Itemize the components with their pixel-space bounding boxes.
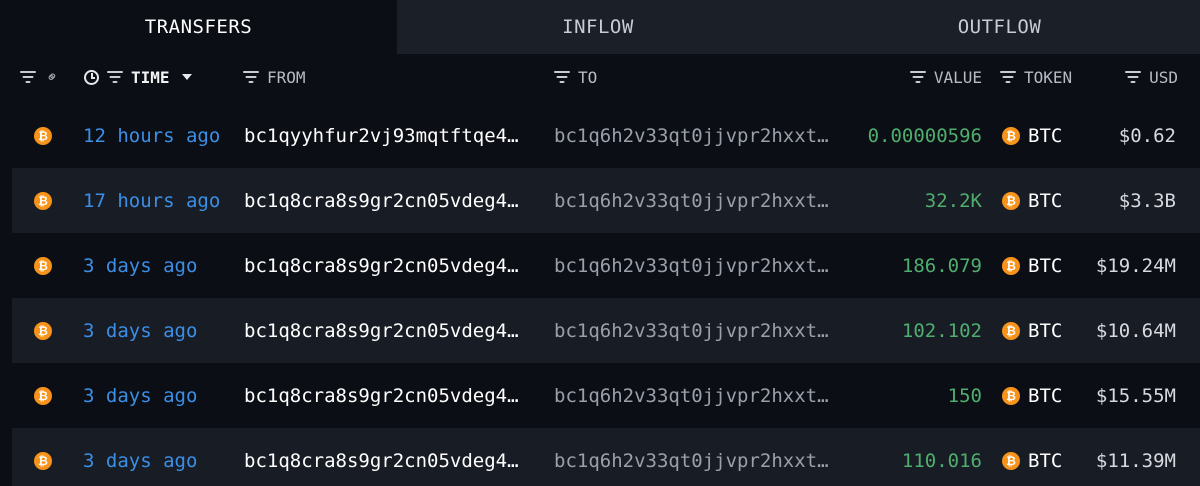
- value-header[interactable]: VALUE: [880, 54, 982, 100]
- token-label: BTC: [1028, 384, 1063, 407]
- from-address[interactable]: bc1q8cra8s9gr2cn05vdeg4…: [244, 168, 519, 233]
- transfers-table-body: ₿ 12 hours ago bc1qyyhfur2vj93mqtftqe4… …: [12, 103, 1200, 486]
- usd-header-label: USD: [1149, 67, 1178, 87]
- table-row[interactable]: ₿ 3 days ago bc1q8cra8s9gr2cn05vdeg4… bc…: [12, 233, 1200, 298]
- tab-outflow[interactable]: OUTFLOW: [799, 0, 1200, 54]
- token-filter-cell: ⚭: [20, 54, 63, 100]
- usd-cell: $0.62: [1118, 124, 1176, 147]
- token-cell[interactable]: ₿ BTC: [1002, 363, 1062, 428]
- table-row[interactable]: ₿ 12 hours ago bc1qyyhfur2vj93mqtftqe4… …: [12, 103, 1200, 168]
- time-cell[interactable]: 17 hours ago: [83, 168, 220, 233]
- time-header[interactable]: TIME: [84, 54, 192, 100]
- token-label: BTC: [1028, 319, 1063, 342]
- to-address[interactable]: bc1q6h2v33qt0jjvpr2hxxt…: [554, 168, 829, 233]
- token-filter-icon[interactable]: [1000, 71, 1016, 83]
- usd-cell: $3.3B: [1118, 189, 1176, 212]
- bitcoin-icon: ₿: [1002, 126, 1020, 145]
- table-row[interactable]: ₿ 17 hours ago bc1q8cra8s9gr2cn05vdeg4… …: [12, 168, 1200, 233]
- time-cell[interactable]: 3 days ago: [83, 298, 197, 363]
- token-label: BTC: [1028, 124, 1063, 147]
- to-address[interactable]: bc1q6h2v33qt0jjvpr2hxxt…: [554, 233, 829, 298]
- bitcoin-icon: ₿: [1002, 386, 1020, 405]
- to-filter-icon[interactable]: [554, 71, 570, 83]
- token-cell[interactable]: ₿ BTC: [1002, 103, 1062, 168]
- usd-cell: $10.64M: [1095, 319, 1176, 342]
- bitcoin-icon: ₿: [1002, 256, 1020, 275]
- usd-cell: $15.55M: [1095, 384, 1176, 407]
- from-header-label: FROM: [267, 67, 306, 87]
- bitcoin-icon: ₿: [1002, 321, 1020, 340]
- token-cell[interactable]: ₿ BTC: [1002, 298, 1062, 363]
- table-row[interactable]: ₿ 3 days ago bc1q8cra8s9gr2cn05vdeg4… bc…: [12, 428, 1200, 486]
- time-cell[interactable]: 3 days ago: [83, 233, 197, 298]
- value-filter-icon[interactable]: [909, 71, 926, 83]
- time-header-label: TIME: [131, 67, 170, 87]
- token-cell[interactable]: ₿ BTC: [1002, 428, 1062, 486]
- time-filter-icon[interactable]: [107, 71, 123, 83]
- link-icon[interactable]: ⚭: [41, 66, 63, 88]
- bitcoin-icon: ₿: [34, 126, 52, 145]
- token-header-label: TOKEN: [1024, 67, 1073, 87]
- to-header-label: TO: [578, 67, 598, 87]
- to-address[interactable]: bc1q6h2v33qt0jjvpr2hxxt…: [554, 103, 829, 168]
- time-cell[interactable]: 3 days ago: [83, 363, 197, 428]
- token-label: BTC: [1028, 189, 1063, 212]
- from-address[interactable]: bc1qyyhfur2vj93mqtftqe4…: [244, 103, 519, 168]
- caret-down-icon[interactable]: [181, 74, 192, 80]
- value-cell: 32.2K: [924, 189, 982, 212]
- to-address[interactable]: bc1q6h2v33qt0jjvpr2hxxt…: [554, 363, 829, 428]
- token-label: BTC: [1028, 449, 1063, 472]
- to-address[interactable]: bc1q6h2v33qt0jjvpr2hxxt…: [554, 298, 829, 363]
- table-row[interactable]: ₿ 3 days ago bc1q8cra8s9gr2cn05vdeg4… bc…: [12, 298, 1200, 363]
- time-cell[interactable]: 12 hours ago: [83, 103, 220, 168]
- usd-filter-icon[interactable]: [1125, 71, 1142, 83]
- value-cell: 186.079: [901, 254, 982, 277]
- token-cell[interactable]: ₿ BTC: [1002, 168, 1062, 233]
- usd-cell: $11.39M: [1095, 449, 1176, 472]
- bitcoin-icon: ₿: [1002, 451, 1020, 470]
- from-address[interactable]: bc1q8cra8s9gr2cn05vdeg4…: [244, 233, 519, 298]
- bitcoin-icon: ₿: [34, 451, 52, 470]
- from-filter-icon[interactable]: [243, 71, 259, 83]
- bitcoin-icon: ₿: [1002, 191, 1020, 210]
- bitcoin-icon: ₿: [34, 386, 52, 405]
- value-cell: 150: [947, 384, 982, 407]
- from-address[interactable]: bc1q8cra8s9gr2cn05vdeg4…: [244, 298, 519, 363]
- from-header[interactable]: FROM: [243, 54, 306, 100]
- value-cell: 102.102: [901, 319, 982, 342]
- token-cell[interactable]: ₿ BTC: [1002, 233, 1062, 298]
- value-header-label: VALUE: [933, 67, 982, 87]
- bitcoin-icon: ₿: [34, 256, 52, 275]
- value-cell: 0.00000596: [867, 124, 982, 147]
- tab-transfers[interactable]: TRANSFERS: [0, 0, 397, 54]
- clock-icon[interactable]: [84, 69, 99, 85]
- table-row[interactable]: ₿ 3 days ago bc1q8cra8s9gr2cn05vdeg4… bc…: [12, 363, 1200, 428]
- to-header[interactable]: TO: [554, 54, 597, 100]
- usd-header[interactable]: USD: [1100, 54, 1178, 100]
- tab-inflow[interactable]: INFLOW: [397, 0, 799, 54]
- from-address[interactable]: bc1q8cra8s9gr2cn05vdeg4…: [244, 363, 519, 428]
- to-address[interactable]: bc1q6h2v33qt0jjvpr2hxxt…: [554, 428, 829, 486]
- time-cell[interactable]: 3 days ago: [83, 428, 197, 486]
- filter-icon[interactable]: [20, 71, 36, 83]
- bitcoin-icon: ₿: [34, 191, 52, 210]
- bitcoin-icon: ₿: [34, 321, 52, 340]
- token-header[interactable]: TOKEN: [1000, 54, 1072, 100]
- tab-bar: TRANSFERS INFLOW OUTFLOW: [0, 0, 1200, 54]
- from-address[interactable]: bc1q8cra8s9gr2cn05vdeg4…: [244, 428, 519, 486]
- table-header: ⚭ TIME FROM TO VALUE TOKEN USD: [0, 54, 1200, 100]
- value-cell: 110.016: [901, 449, 982, 472]
- token-label: BTC: [1028, 254, 1063, 277]
- usd-cell: $19.24M: [1095, 254, 1176, 277]
